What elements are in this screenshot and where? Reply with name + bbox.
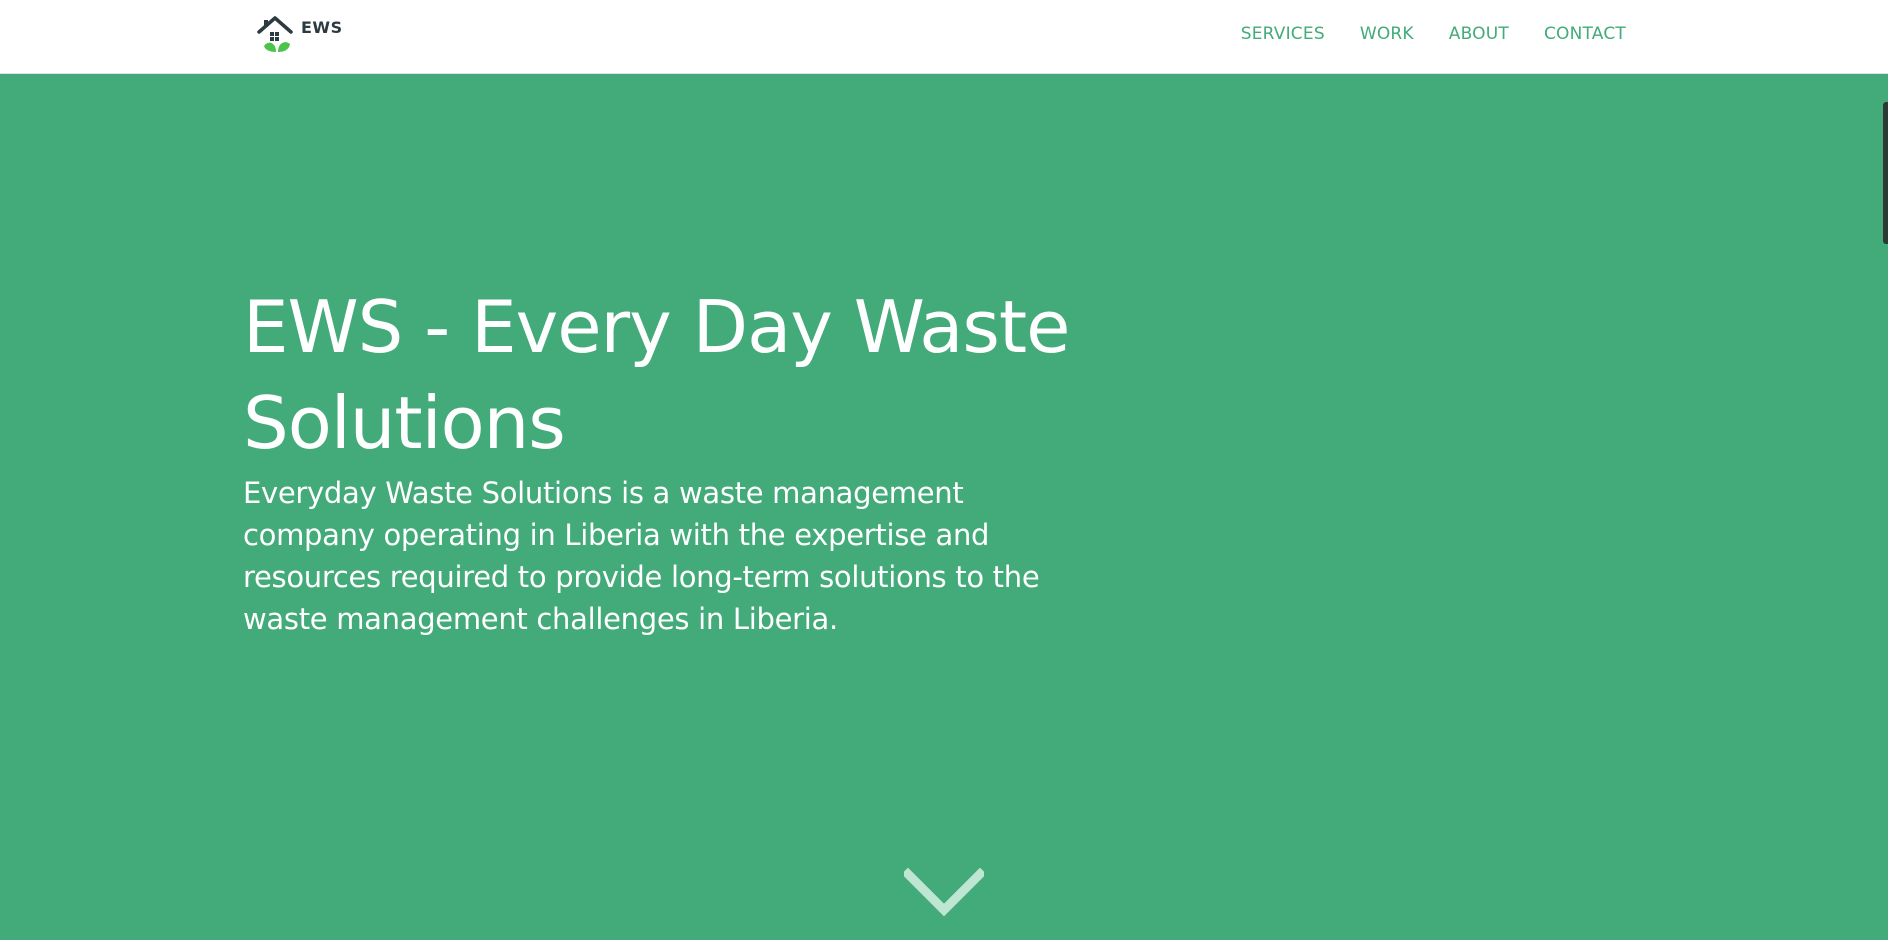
- nav-item-services[interactable]: SERVICES: [1241, 24, 1325, 44]
- house-leaf-icon: [257, 16, 293, 52]
- page: EWS SERVICES WORK ABOUT CONTACT EWS - Ev…: [0, 0, 1888, 940]
- nav-item-contact[interactable]: CONTACT: [1544, 24, 1626, 44]
- navbar: EWS SERVICES WORK ABOUT CONTACT: [0, 0, 1888, 74]
- scrollbar-thumb[interactable]: [1883, 102, 1888, 244]
- logo[interactable]: EWS: [256, 14, 346, 58]
- logo-text: EWS: [301, 18, 343, 37]
- hero-description: Everyday Waste Solutions is a waste mana…: [243, 476, 1040, 636]
- hero-section: EWS - Every Day Waste Solutions Everyday…: [0, 74, 1888, 940]
- main-nav: SERVICES WORK ABOUT CONTACT: [1241, 24, 1626, 44]
- nav-item-work[interactable]: WORK: [1360, 24, 1414, 44]
- scroll-down-button[interactable]: [901, 867, 987, 918]
- chevron-down-icon: [901, 867, 987, 917]
- nav-item-about[interactable]: ABOUT: [1449, 24, 1509, 44]
- hero-title: EWS - Every Day Waste Solutions: [243, 285, 1070, 465]
